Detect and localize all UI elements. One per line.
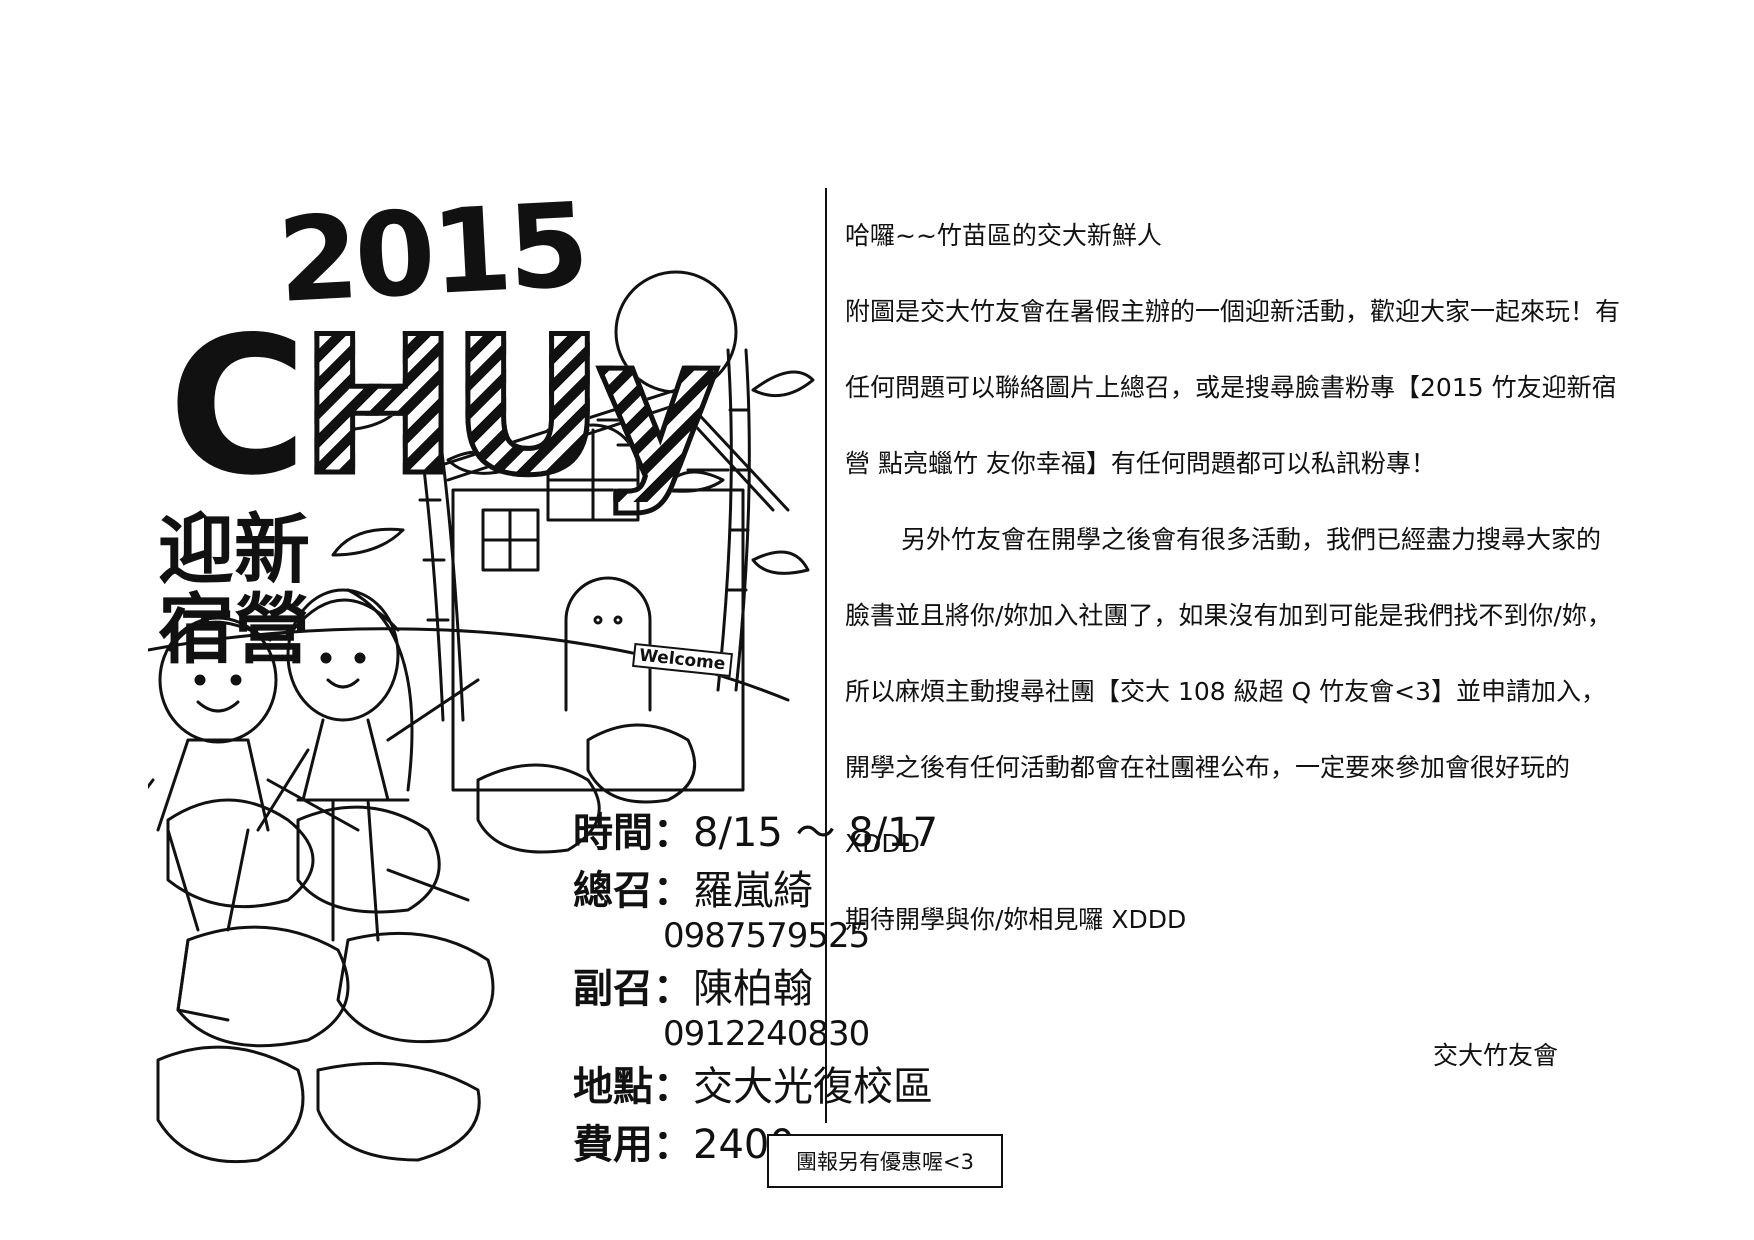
leader-phone: 0987579525 — [663, 916, 870, 956]
logo-letter-h: H — [297, 296, 461, 517]
leader-row: 總召： 羅嵐綺 — [573, 858, 843, 916]
logo-letter-c: C — [168, 296, 307, 517]
fee-label: 費用： — [573, 1122, 693, 1168]
letter-text: 哈囉~~竹苗區的交大新鮮人 附圖是交大竹友會在暑假主辦的一個迎新活動，歡迎大家一… — [845, 198, 1625, 958]
paragraph-1: 附圖是交大竹友會在暑假主辦的一個迎新活動，歡迎大家一起來玩！有任何問題可以聯絡圖… — [845, 297, 1621, 478]
time-label: 時間： — [573, 810, 693, 856]
place-row: 地點： 交大光復校區 — [573, 1054, 933, 1112]
poster-logo: CHUy — [168, 296, 723, 517]
greeting: 哈囉~~竹苗區的交大新鮮人 — [845, 221, 1162, 250]
paragraph-2: 另外竹友會在開學之後會有很多活動，我們已經盡力搜尋大家的臉書並且將你/妳加入社團… — [845, 525, 1612, 858]
logo-letter-u: U — [448, 296, 607, 517]
signature: 交大竹友會 — [1433, 1041, 1559, 1070]
place-value: 交大光復校區 — [693, 1064, 933, 1110]
group-discount-note: 團報另有優惠喔<3 — [767, 1134, 1003, 1188]
camp-title-line1: 迎新 — [158, 505, 310, 594]
time-row: 時間： 8/15 ～ 8/17 — [573, 800, 938, 858]
vice-phone: 0912240830 — [663, 1014, 870, 1054]
camp-title-line2: 宿營 — [158, 584, 310, 674]
leader-name: 羅嵐綺 — [693, 868, 813, 914]
camp-info: 時間： 8/15 ～ 8/17 總召： 羅嵐綺 0987579525 副召： 陳… — [573, 800, 938, 1170]
vice-row: 副召： 陳柏翰 — [573, 956, 843, 1014]
vice-label: 副召： — [573, 966, 693, 1012]
closing-line: 期待開學與你/妳相見囉 XDDD — [845, 905, 1187, 934]
vertical-divider — [825, 188, 827, 1123]
place-label: 地點： — [573, 1064, 693, 1110]
logo-letter-y: y — [594, 296, 723, 517]
camp-poster: ★ ★ ★ ★ ★ 2015 CHUy 迎新 宿營 Welcome 時間： 8/15 ～… — [148, 178, 938, 1170]
vice-name: 陳柏翰 — [693, 966, 813, 1012]
camp-title: 迎新 宿營 — [158, 510, 358, 670]
leader-label: 總召： — [573, 868, 693, 914]
